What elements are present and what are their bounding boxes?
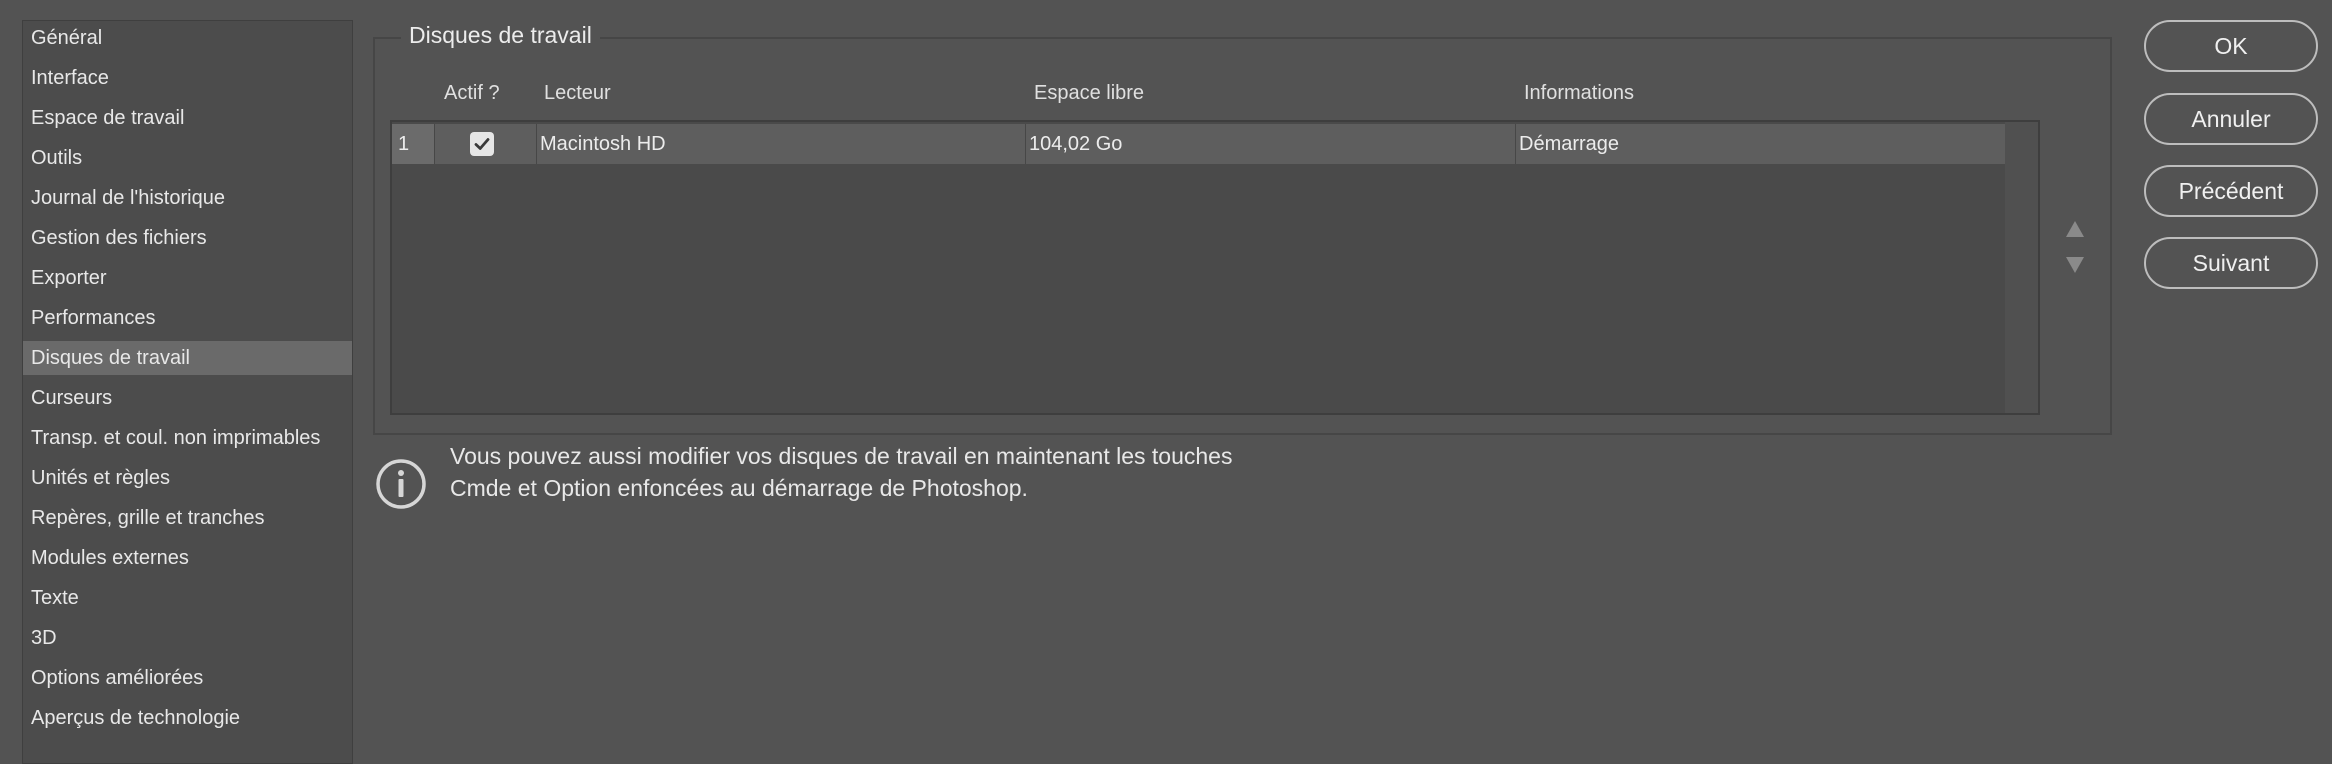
column-header-information: Informations [1524, 82, 1635, 104]
sidebar-item-performance[interactable]: Performances [23, 301, 352, 335]
drive-cell: Macintosh HD [540, 133, 666, 155]
sidebar-item-history-log[interactable]: Journal de l'historique [23, 181, 352, 215]
scratch-disks-table [390, 120, 2040, 415]
checkmark-icon [474, 138, 490, 150]
next-button[interactable]: Suivant [2144, 237, 2318, 289]
sidebar-item-guides-grid-slices[interactable]: Repères, grille et tranches [23, 501, 352, 535]
sidebar-item-enhanced-options[interactable]: Options améliorées [23, 661, 352, 695]
column-divider [536, 124, 537, 164]
triangle-up-icon[interactable] [2064, 218, 2086, 240]
active-checkbox[interactable] [470, 132, 494, 156]
column-header-free-space: Espace libre [1034, 82, 1145, 104]
table-row[interactable]: 1 Macintosh HD 104,02 Go Démarrage [392, 124, 2005, 164]
sidebar-item-cursors[interactable]: Curseurs [23, 381, 352, 415]
free-space-cell: 104,02 Go [1029, 133, 1123, 155]
sidebar-item-type[interactable]: Texte [23, 581, 352, 615]
column-divider [1515, 124, 1516, 164]
sidebar-item-transparency-gamut[interactable]: Transp. et coul. non imprimables [23, 421, 352, 455]
sidebar-item-tools[interactable]: Outils [23, 141, 352, 175]
sidebar-item-3d[interactable]: 3D [23, 621, 352, 655]
ok-button[interactable]: OK [2144, 20, 2318, 72]
sidebar-item-units-rulers[interactable]: Unités et règles [23, 461, 352, 495]
column-header-active: Actif ? [444, 82, 500, 104]
previous-button[interactable]: Précédent [2144, 165, 2318, 217]
information-cell: Démarrage [1519, 133, 1620, 155]
sidebar-item-general[interactable]: Général [23, 21, 352, 55]
cancel-button[interactable]: Annuler [2144, 93, 2318, 145]
info-icon [376, 459, 426, 509]
sidebar-item-export[interactable]: Exporter [23, 261, 352, 295]
sidebar-item-technology-previews[interactable]: Aperçus de technologie [23, 701, 352, 735]
group-title: Disques de travail [401, 22, 600, 49]
preferences-sidebar: Général Interface Espace de travail Outi… [22, 20, 353, 764]
row-index: 1 [392, 124, 434, 164]
sidebar-item-scratch-disks[interactable]: Disques de travail [23, 341, 352, 375]
info-text: Vous pouvez aussi modifier vos disques d… [450, 440, 1232, 504]
sidebar-item-plugins[interactable]: Modules externes [23, 541, 352, 575]
column-header-drive: Lecteur [544, 82, 611, 104]
column-divider [1025, 124, 1026, 164]
table-scroll-column [2005, 122, 2038, 413]
info-text-line-2: Cmde et Option enfoncées au démarrage de… [450, 475, 1028, 501]
triangle-down-icon[interactable] [2064, 254, 2086, 276]
column-divider [434, 124, 435, 164]
sidebar-item-workspace[interactable]: Espace de travail [23, 101, 352, 135]
sidebar-item-interface[interactable]: Interface [23, 61, 352, 95]
sidebar-item-file-handling[interactable]: Gestion des fichiers [23, 221, 352, 255]
info-text-line-1: Vous pouvez aussi modifier vos disques d… [450, 443, 1233, 469]
